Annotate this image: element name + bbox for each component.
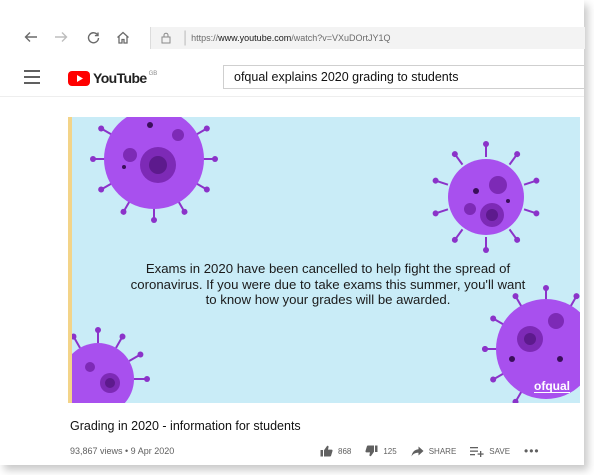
url-text: https://www.youtube.com/watch?v=VXuDOrtJ… <box>191 33 390 43</box>
url-domain: www.youtube.com <box>218 33 292 43</box>
video-edge-stripe <box>68 117 72 403</box>
search-query: ofqual explains 2020 grading to students <box>234 70 459 84</box>
back-arrow-icon[interactable] <box>22 28 40 46</box>
share-arrow-icon <box>411 446 424 456</box>
screenshot-root: | https://www.youtube.com/watch?v=VXuDOr… <box>0 0 594 475</box>
save-label: SAVE <box>489 446 511 456</box>
lock-icon <box>159 31 173 45</box>
video-views-date: 93,867 views • 9 Apr 2020 <box>70 446 175 456</box>
save-button[interactable]: SAVE <box>470 446 510 457</box>
thumbs-up-icon <box>320 445 333 457</box>
ofqual-watermark: ofqual <box>534 379 570 393</box>
youtube-logo[interactable]: YouTube GB <box>68 70 157 86</box>
youtube-header: YouTube GB ofqual explains 2020 grading … <box>0 60 584 97</box>
youtube-logo-text: YouTube <box>93 70 147 86</box>
url-path: /watch?v=VXuDOrtJY1Q <box>291 33 391 43</box>
forward-arrow-icon[interactable] <box>52 28 70 46</box>
youtube-play-icon <box>68 70 90 86</box>
region-code: GB <box>148 71 158 77</box>
share-label: SHARE <box>428 446 457 456</box>
dislike-button[interactable]: 125 <box>365 445 397 457</box>
coronavirus-illustration <box>68 117 580 403</box>
video-actions: 868 125 SHARE SAVE ••• <box>320 443 554 459</box>
url-scheme: https:// <box>191 33 219 43</box>
like-button[interactable]: 868 <box>320 445 351 457</box>
video-title: Grading in 2020 - information for studen… <box>70 419 301 433</box>
address-bar[interactable]: | https://www.youtube.com/watch?v=VXuDOr… <box>150 27 585 49</box>
video-player[interactable]: Exams in 2020 have been cancelled to hel… <box>68 117 580 403</box>
refresh-icon[interactable] <box>84 28 102 46</box>
more-actions-button[interactable]: ••• <box>524 444 540 458</box>
browser-toolbar: | https://www.youtube.com/watch?v=VXuDOr… <box>0 22 585 54</box>
search-input[interactable]: ofqual explains 2020 grading to students <box>223 65 584 89</box>
thumbs-down-icon <box>365 445 378 457</box>
video-caption: Exams in 2020 have been cancelled to hel… <box>130 261 526 307</box>
menu-icon[interactable] <box>24 70 40 84</box>
dislike-count: 125 <box>383 446 397 456</box>
playlist-add-icon <box>470 446 484 457</box>
address-divider: | <box>183 29 188 46</box>
more-dots-icon: ••• <box>524 444 540 458</box>
home-icon[interactable] <box>114 28 132 46</box>
share-button[interactable]: SHARE <box>411 446 457 457</box>
like-count: 868 <box>338 446 352 456</box>
browser-window: | https://www.youtube.com/watch?v=VXuDOr… <box>0 0 585 465</box>
